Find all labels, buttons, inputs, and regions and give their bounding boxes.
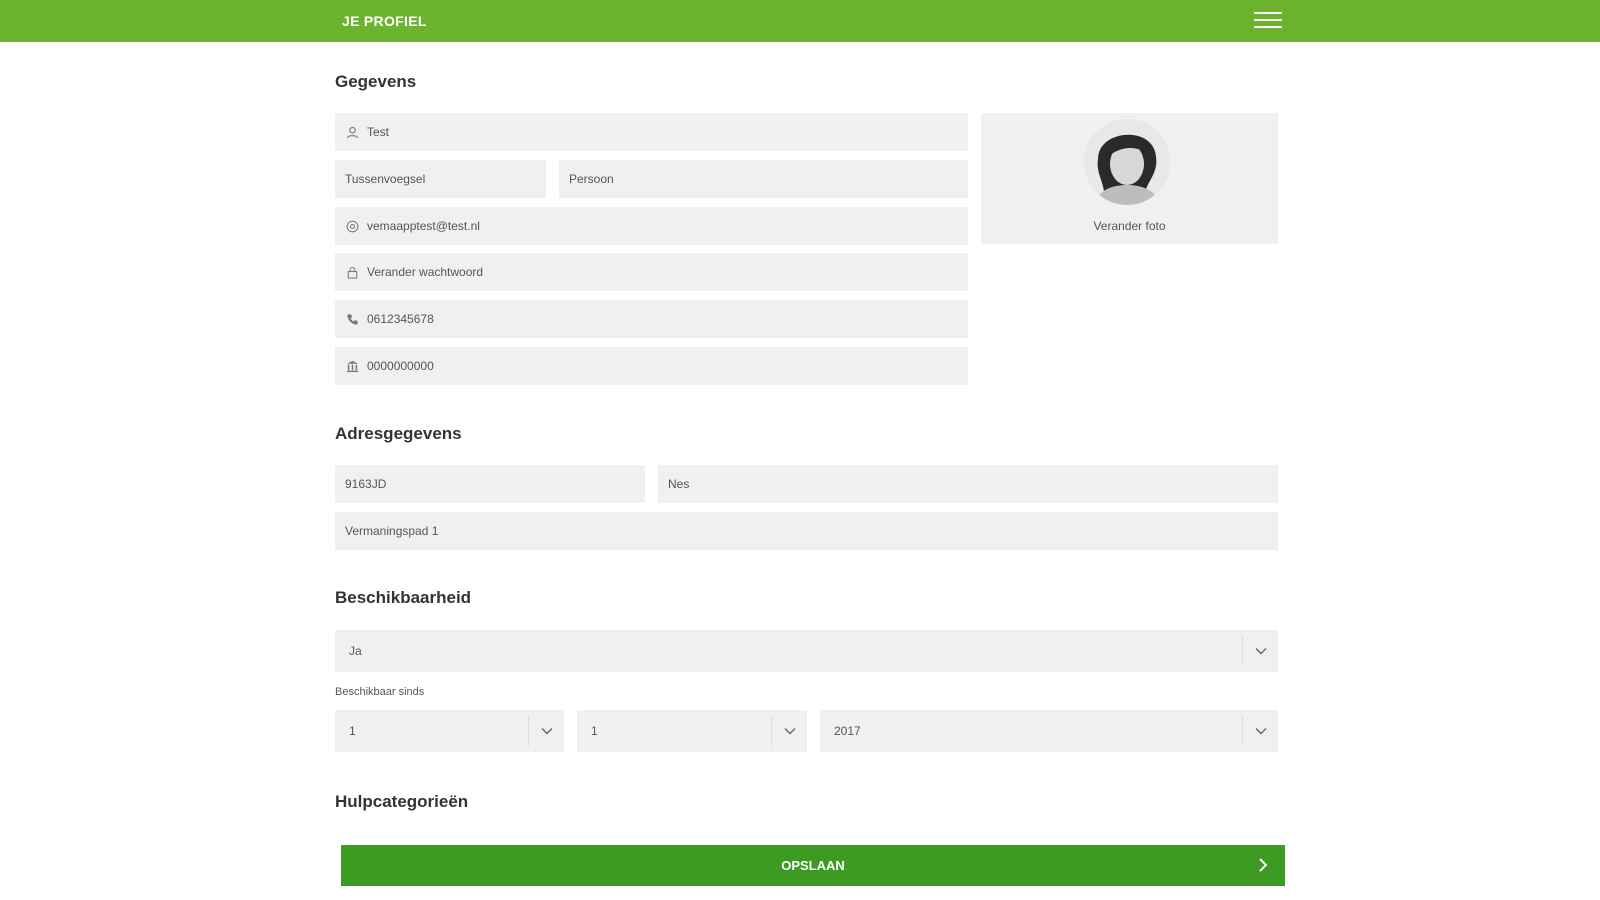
availability-value: Ja	[349, 644, 362, 658]
phone-icon	[345, 312, 359, 326]
top-bar: JE PROFIEL	[0, 0, 1600, 42]
phone-value: 0612345678	[367, 312, 434, 326]
city-value: Nes	[668, 477, 690, 491]
chevron-right-icon	[1259, 858, 1268, 872]
at-icon	[345, 219, 359, 233]
day-value: 1	[349, 724, 356, 738]
lock-icon	[345, 265, 359, 279]
phone-field[interactable]: 0612345678	[335, 300, 968, 338]
password-label: Verander wachtwoord	[367, 265, 484, 279]
availability-select[interactable]: Ja	[335, 630, 1278, 672]
postcode-field[interactable]: 9163JD	[335, 465, 645, 503]
save-button[interactable]: OPSLAAN	[341, 845, 1285, 886]
bank-account-field[interactable]: 0000000000	[335, 347, 968, 385]
tussenvoegsel-field[interactable]: Tussenvoegsel	[335, 160, 546, 198]
month-select[interactable]: 1	[577, 710, 807, 752]
day-select[interactable]: 1	[335, 710, 564, 752]
section-title-hulpcategorieen: Hulpcategorieën	[335, 792, 469, 811]
bank-icon	[345, 359, 359, 373]
chevron-down-icon	[771, 716, 807, 746]
profile-photo-card: Verander foto	[981, 113, 1278, 244]
first-name-field[interactable]: Test	[335, 113, 968, 151]
bank-account-value: 0000000000	[367, 359, 434, 373]
city-field[interactable]: Nes	[658, 465, 1278, 503]
chevron-down-icon	[528, 716, 564, 746]
street-value: Vermaningspad 1	[345, 524, 439, 538]
section-title-beschikbaarheid: Beschikbaarheid	[335, 588, 472, 607]
save-button-label: OPSLAAN	[781, 858, 845, 873]
change-photo-link[interactable]: Verander foto	[981, 219, 1278, 233]
postcode-value: 9163JD	[345, 477, 387, 491]
email-value: vemaapptest@test.nl	[367, 219, 480, 233]
street-field[interactable]: Vermaningspad 1	[335, 512, 1278, 550]
year-select[interactable]: 2017	[820, 710, 1278, 752]
year-value: 2017	[834, 724, 861, 738]
hamburger-menu-icon[interactable]	[1254, 12, 1282, 30]
first-name-value: Test	[367, 125, 390, 139]
last-name-value: Persoon	[569, 172, 614, 186]
last-name-field[interactable]: Persoon	[559, 160, 968, 198]
month-value: 1	[591, 724, 598, 738]
email-field[interactable]: vemaapptest@test.nl	[335, 207, 968, 245]
user-icon	[345, 125, 359, 139]
chevron-down-icon	[1242, 636, 1278, 666]
avatar[interactable]	[1084, 119, 1170, 205]
available-since-label: Beschikbaar sinds	[335, 686, 425, 698]
password-field[interactable]: Verander wachtwoord	[335, 253, 968, 291]
section-title-gegevens: Gegevens	[335, 72, 417, 91]
chevron-down-icon	[1242, 716, 1278, 746]
section-title-adres: Adresgegevens	[335, 424, 462, 443]
page-title: JE PROFIEL	[342, 13, 427, 29]
tussenvoegsel-placeholder: Tussenvoegsel	[345, 172, 426, 186]
